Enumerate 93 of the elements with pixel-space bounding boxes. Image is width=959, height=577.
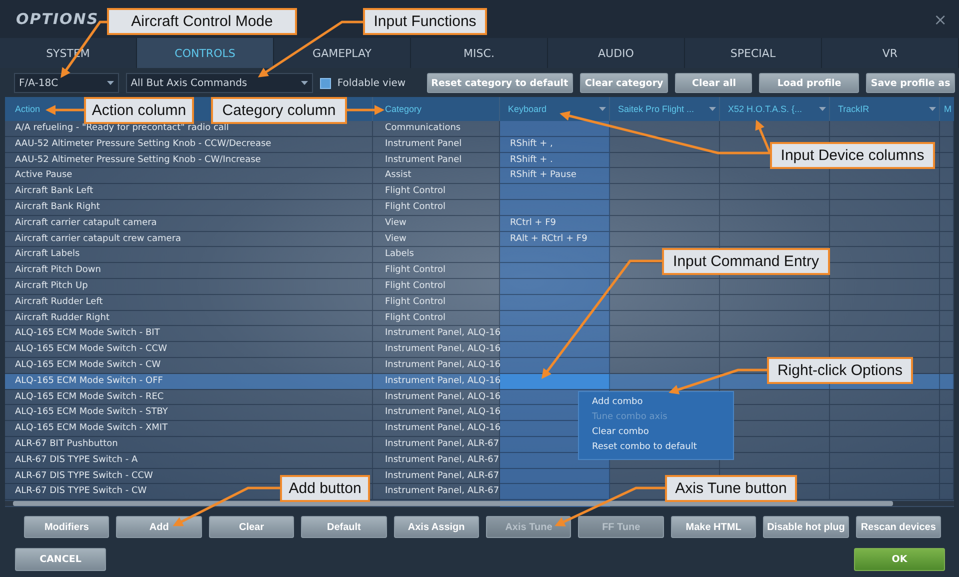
table-cell[interactable]: ALQ-165 ECM Mode Switch - CCW <box>5 342 373 357</box>
table-cell: RShift + . <box>500 152 610 168</box>
table-cell: Flight Control <box>373 200 500 215</box>
table-cell: Instrument Panel, ALR-67 <box>373 468 500 484</box>
column-header[interactable]: Category <box>385 104 422 114</box>
menu-item[interactable]: Add combo <box>579 395 733 410</box>
column-header[interactable]: M <box>944 104 952 114</box>
checkbox-label: Foldable view <box>337 78 406 88</box>
table-cell[interactable]: Aircraft Rudder Left <box>5 294 373 310</box>
table-cell[interactable]: Aircraft Pitch Down <box>5 263 373 278</box>
table-cell: Instrument Panel, ALQ-16 <box>373 421 500 436</box>
callout-tooltip: Add button <box>280 475 370 502</box>
callout-tooltip: Action column <box>84 97 194 124</box>
table-cell: Instrument Panel, ALR-67 <box>373 484 500 500</box>
table-cell: RShift + , <box>500 136 610 152</box>
table-cell[interactable]: ALR-67 DIS TYPE Switch - A <box>5 452 373 468</box>
table-cell[interactable]: ALQ-165 ECM Mode Switch - CW <box>5 358 373 373</box>
window-title: OPTIONS <box>16 10 99 28</box>
table-cell: Instrument Panel, ALQ-16 <box>373 374 500 389</box>
table-cell: Communications <box>373 121 500 136</box>
table-cell <box>940 374 954 389</box>
table-cell: Labels <box>373 247 500 262</box>
close-button[interactable]: × <box>934 10 947 28</box>
ok-button[interactable]: OK <box>854 548 945 571</box>
checkbox[interactable] <box>320 78 332 88</box>
table-cell[interactable]: Aircraft carrier catapult crew camera <box>5 232 373 246</box>
callout-tooltip: Axis Tune button <box>665 475 797 502</box>
table-cell[interactable]: Aircraft Labels <box>5 247 373 262</box>
table-cell: RShift + Pause <box>500 168 610 184</box>
table-cell: Instrument Panel, ALR-67 <box>373 436 500 452</box>
table-cell: Instrument Panel, ALQ-16 <box>373 390 500 404</box>
tab[interactable]: AUDIO <box>548 38 685 68</box>
functions-dropdown[interactable]: All But Axis Commands <box>126 73 314 93</box>
tab[interactable]: MISC. <box>411 38 548 68</box>
table-cell[interactable]: Aircraft carrier catapult camera <box>5 216 373 231</box>
table-cell: Assist <box>373 168 500 184</box>
table-cell[interactable]: AAU-52 Altimeter Pressure Setting Knob - CCW/Decrease <box>5 136 373 152</box>
table-cell[interactable]: Aircraft Bank Right <box>5 200 373 215</box>
table-cell: Instrument Panel, ALR-67 <box>373 452 500 468</box>
table-cell: Flight Control <box>373 263 500 278</box>
column-header[interactable]: Keyboard <box>500 97 610 121</box>
table-cell[interactable]: Aircraft Bank Left <box>5 184 373 199</box>
table-cell: Flight Control <box>373 310 500 326</box>
table-cell: Instrument Panel, ALQ-16 <box>373 326 500 342</box>
menu-item[interactable]: Reset combo to default <box>579 440 733 455</box>
table-cell: View <box>373 216 500 231</box>
callout-tooltip: Input Command Entry <box>662 248 830 275</box>
table-cell: View <box>373 232 500 246</box>
table-cell[interactable]: Active Pause <box>5 168 373 184</box>
aircraft-dropdown[interactable]: F/A-18C <box>14 73 119 93</box>
menu-item: Tune combo axis <box>591 411 668 424</box>
table-cell: Instrument Panel <box>373 136 500 152</box>
caret-icon <box>301 81 308 85</box>
table-cell: Instrument Panel, ALQ-16 <box>373 358 500 373</box>
caret-icon <box>709 107 716 111</box>
table-cell[interactable]: ALR-67 BIT Pushbutton <box>5 436 373 452</box>
callout-tooltip: Right-click Options <box>767 357 913 384</box>
tab[interactable]: SPECIAL <box>685 38 822 68</box>
table-cell[interactable]: ALQ-165 ECM Mode Switch - BIT <box>5 326 373 342</box>
callout-tooltip: Input Functions <box>363 8 487 35</box>
caret-icon <box>106 81 114 85</box>
table-cell[interactable]: ALQ-165 ECM Mode Switch - XMIT <box>5 421 373 436</box>
column-header[interactable]: X52 H.O.T.A.S. {... <box>720 97 830 121</box>
caret-icon <box>929 107 936 111</box>
table-cell[interactable]: ALQ-165 ECM Mode Switch - STBY <box>5 405 373 420</box>
table-cell[interactable]: AAU-52 Altimeter Pressure Setting Knob - CW/Increase <box>5 152 373 168</box>
tab[interactable]: VR <box>822 38 959 68</box>
caret-icon <box>819 107 826 111</box>
column-header[interactable]: TrackIR <box>830 97 940 121</box>
table-cell: Flight Control <box>373 278 500 294</box>
table-cell: Instrument Panel, ALQ-16 <box>373 342 500 357</box>
table-cell[interactable]: ALQ-165 ECM Mode Switch - OFF <box>5 374 373 389</box>
column-header[interactable]: Saitek Pro Flight ... <box>610 97 720 121</box>
leader-line <box>46 105 84 115</box>
caret-icon <box>599 107 606 111</box>
menu-item[interactable]: Clear combo <box>579 425 733 440</box>
callout-tooltip: Input Device columns <box>770 142 935 169</box>
table-cell: Instrument Panel <box>373 152 500 168</box>
tab[interactable]: CONTROLS <box>137 38 274 68</box>
table-cell[interactable]: ALQ-165 ECM Mode Switch - REC <box>5 390 373 404</box>
tab[interactable]: GAMEPLAY <box>274 38 411 68</box>
table-cell: RCtrl + F9 <box>500 216 610 231</box>
table-cell: Flight Control <box>373 294 500 310</box>
table-cell: Flight Control <box>373 184 500 199</box>
column-header[interactable]: Action <box>15 104 40 114</box>
leader-line <box>347 105 384 115</box>
table-cell: Instrument Panel, ALQ-16 <box>373 405 500 420</box>
table-cell[interactable]: Aircraft Rudder Right <box>5 310 373 326</box>
table-cell: RAlt + RCtrl + F9 <box>500 232 610 246</box>
callout-tooltip: Category column <box>211 97 347 124</box>
callout-tooltip: Aircraft Control Mode <box>107 8 297 35</box>
input-entry-cell[interactable] <box>500 374 610 389</box>
table-cell[interactable]: Aircraft Pitch Up <box>5 278 373 294</box>
